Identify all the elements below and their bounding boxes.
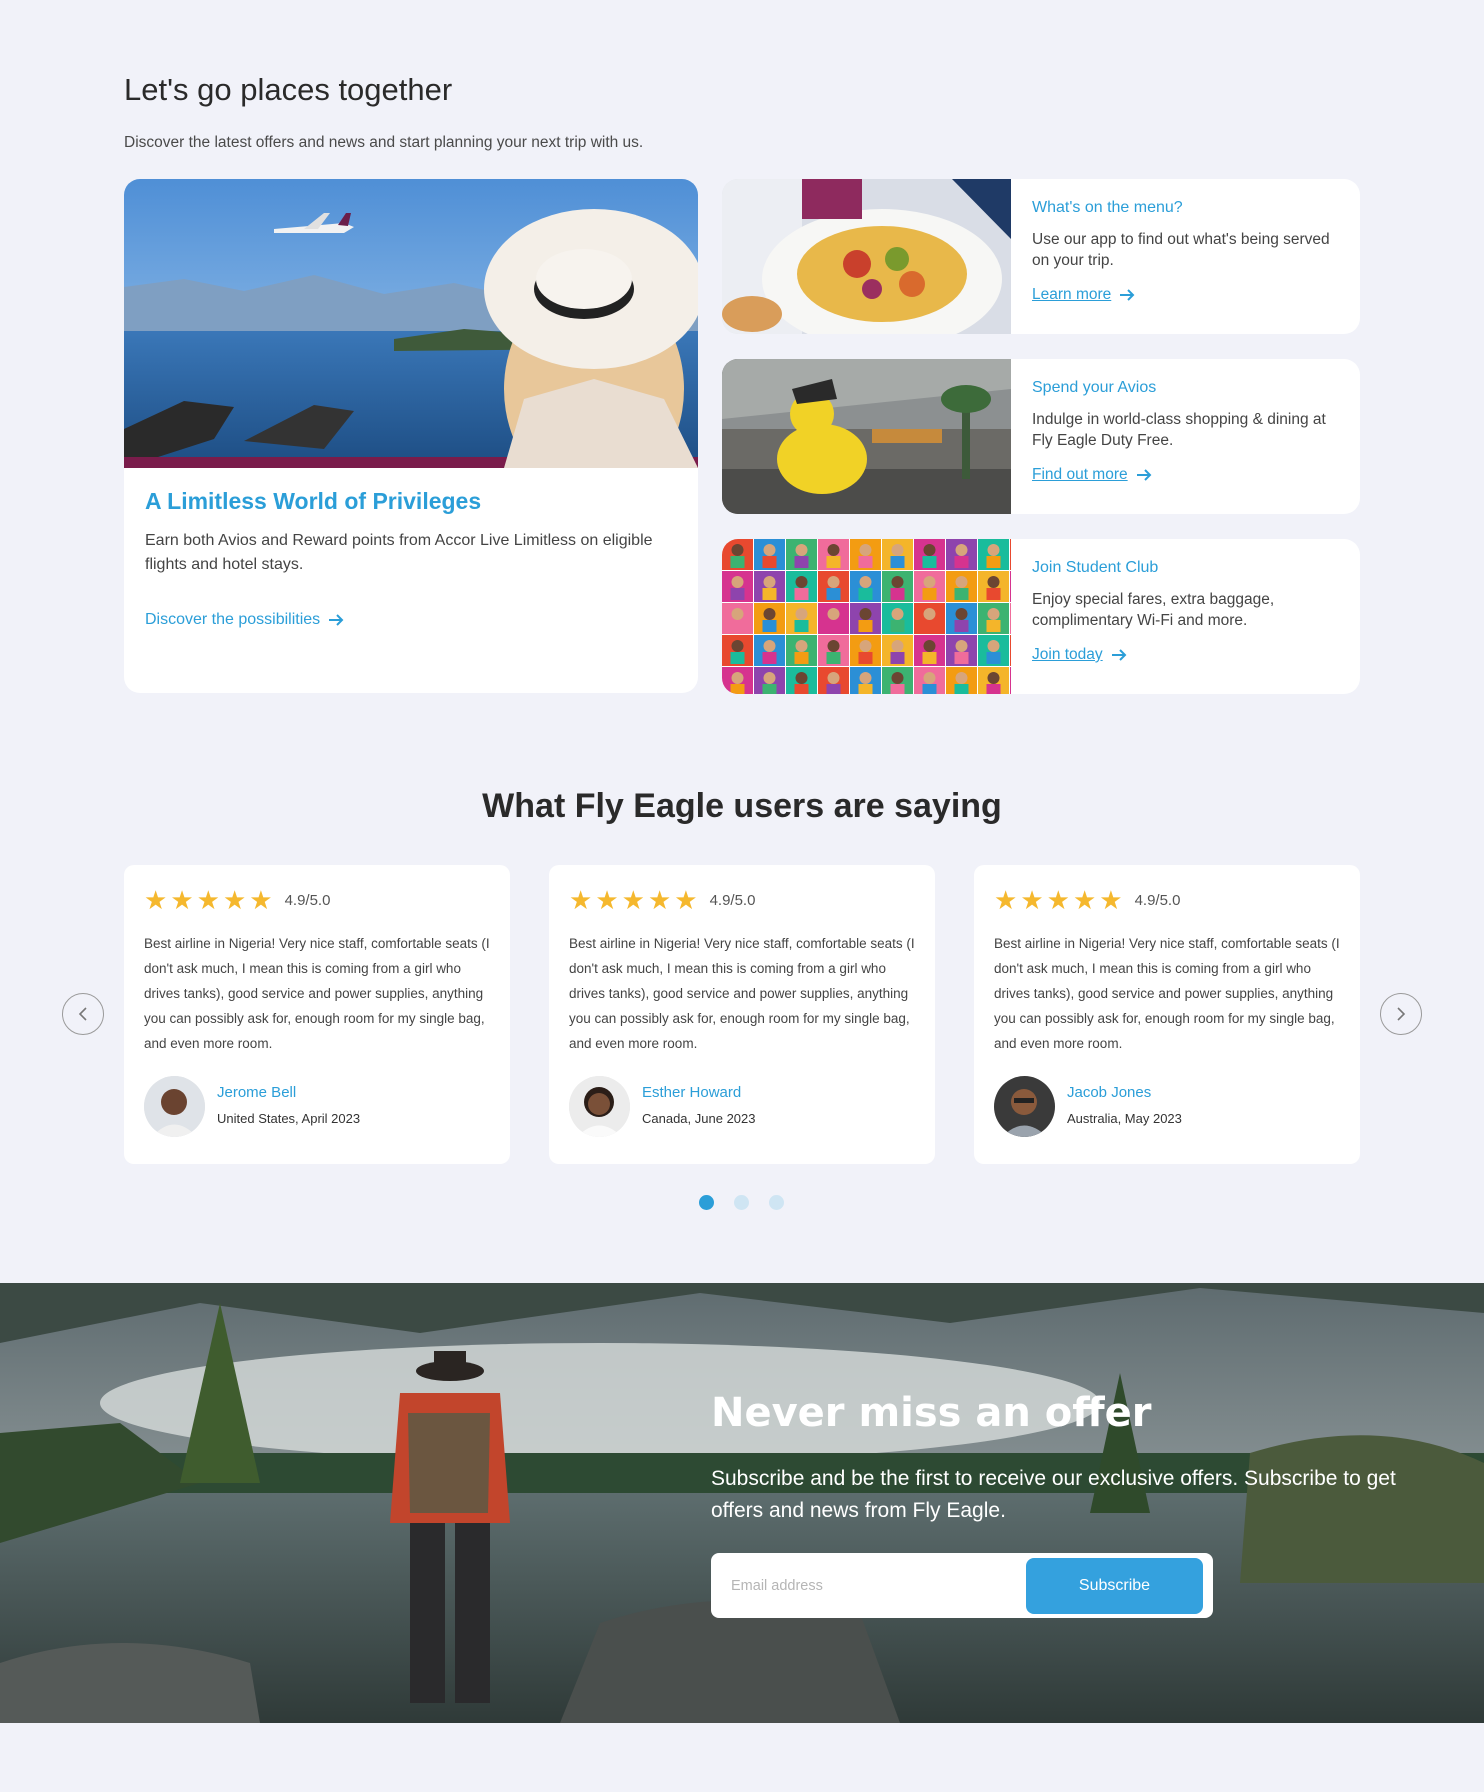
arrow-right-icon (1136, 469, 1152, 481)
discover-possibilities-link[interactable]: Discover the possibilities (145, 611, 344, 629)
star-icon: ★ (569, 885, 593, 915)
avios-card-body: Spend your Avios Indulge in world-class … (1032, 379, 1342, 484)
menu-offer-card[interactable]: What's on the menu? Use our app to find … (722, 179, 1360, 334)
star-icon: ★ (1020, 885, 1044, 915)
rating-value: 4.9/5.0 (709, 891, 756, 909)
testimonial-text: Best airline in Nigeria! Very nice staff… (569, 936, 915, 1051)
reviewer-location: Australia, May 2023 (1067, 1111, 1182, 1126)
student-collage-photo (722, 539, 1011, 694)
subscribe-button[interactable]: Subscribe (1026, 1557, 1203, 1614)
pagination-dot-1[interactable] (699, 1195, 714, 1210)
reviewer-location: United States, April 2023 (217, 1111, 361, 1126)
hero-card-text: Earn both Avios and Reward points from A… (145, 532, 653, 573)
carousel-next-button[interactable] (1380, 993, 1422, 1035)
star-icon: ★ (1099, 885, 1123, 915)
page: Let's go places together Discover the la… (0, 0, 1484, 1792)
arrow-right-icon (1120, 289, 1135, 301)
offers-title: Let's go places together (124, 72, 453, 107)
student-card-body: Join Student Club Enjoy special fares, e… (1032, 559, 1342, 664)
star-icon: ★ (249, 885, 273, 915)
join-today-label: Join today (1032, 646, 1103, 663)
avatar (569, 1076, 630, 1137)
reviewer-name: Jerome Bell (217, 1084, 297, 1101)
star-icon: ★ (595, 885, 619, 915)
star-icon: ★ (170, 885, 194, 915)
find-out-more-link[interactable]: Find out more (1032, 466, 1342, 484)
star-icon: ★ (994, 885, 1018, 915)
avios-card-text: Indulge in world-class shopping & dining… (1032, 411, 1326, 449)
hero-card-title: A Limitless World of Privileges (145, 488, 482, 514)
testimonial-card: ★ ★ ★ ★ ★ 4.9/5.0 Best airline in Nigeri… (974, 865, 1360, 1164)
learn-more-link[interactable]: Learn more (1032, 286, 1342, 304)
menu-card-text: Use our app to find out what's being ser… (1032, 231, 1330, 269)
reviewer-name: Esther Howard (642, 1084, 742, 1101)
student-card-text: Enjoy special fares, extra baggage, comp… (1032, 591, 1275, 629)
rating-value: 4.9/5.0 (284, 891, 331, 909)
testimonial-text: Best airline in Nigeria! Very nice staff… (144, 936, 490, 1051)
star-icon: ★ (674, 885, 698, 915)
star-icon: ★ (1046, 885, 1070, 915)
avatar (994, 1076, 1055, 1137)
star-icon: ★ (222, 885, 247, 915)
rating-value: 4.9/5.0 (1134, 891, 1181, 909)
star-icon: ★ (621, 885, 645, 915)
reviewer-name: Jacob Jones (1067, 1084, 1152, 1101)
student-card-title: Join Student Club (1032, 559, 1159, 576)
offers-subtitle: Discover the latest offers and news and … (124, 134, 644, 151)
rating-stars: ★ ★ ★ ★ ★ 4.9/5.0 (994, 887, 1180, 913)
subscribe-text: Subscribe and be the first to receive ou… (711, 1467, 1396, 1522)
subscribe-form: Subscribe (711, 1553, 1213, 1618)
star-icon: ★ (144, 885, 168, 915)
arrow-right-icon (1111, 649, 1127, 661)
carousel-prev-button[interactable] (62, 993, 104, 1035)
testimonials-title: What Fly Eagle users are saying (482, 787, 1002, 825)
rating-stars: ★ ★ ★ ★ ★ 4.9/5.0 (144, 887, 330, 913)
rating-stars: ★ ★ ★ ★ ★ 4.9/5.0 (569, 887, 755, 913)
discover-link-label: Discover the possibilities (145, 611, 321, 628)
reviewer-location: Canada, June 2023 (642, 1111, 756, 1126)
star-icon: ★ (647, 885, 672, 915)
chevron-left-icon (78, 1007, 87, 1021)
avios-offer-card[interactable]: Spend your Avios Indulge in world-class … (722, 359, 1360, 514)
avios-card-title: Spend your Avios (1032, 379, 1157, 396)
arrow-right-icon (329, 614, 344, 626)
subscribe-title: Never miss an offer (711, 1390, 1152, 1436)
menu-card-body: What's on the menu? Use our app to find … (1032, 199, 1342, 304)
duty-free-photo (722, 359, 1011, 514)
testimonial-card: ★ ★ ★ ★ ★ 4.9/5.0 Best airline in Nigeri… (549, 865, 935, 1164)
email-input[interactable] (731, 1577, 1026, 1594)
menu-food-photo (722, 179, 1011, 334)
pagination-dot-2[interactable] (734, 1195, 749, 1210)
subscribe-banner: Never miss an offer Subscribe and be the… (0, 1283, 1484, 1723)
star-icon: ★ (196, 885, 220, 915)
chevron-right-icon (1397, 1007, 1406, 1021)
hero-travel-photo (124, 179, 698, 468)
menu-card-title: What's on the menu? (1032, 199, 1183, 216)
carousel-pagination (699, 1195, 784, 1210)
learn-more-label: Learn more (1032, 286, 1112, 303)
find-out-more-label: Find out more (1032, 466, 1128, 483)
pagination-dot-3[interactable] (769, 1195, 784, 1210)
testimonial-card: ★ ★ ★ ★ ★ 4.9/5.0 Best airline in Nigeri… (124, 865, 510, 1164)
testimonial-text: Best airline in Nigeria! Very nice staff… (994, 936, 1340, 1051)
avatar (144, 1076, 205, 1137)
student-club-card[interactable]: Join Student Club Enjoy special fares, e… (722, 539, 1360, 694)
join-today-link[interactable]: Join today (1032, 646, 1342, 664)
hero-offer-card[interactable]: A Limitless World of Privileges Earn bot… (124, 179, 698, 693)
star-icon: ★ (1072, 885, 1097, 915)
